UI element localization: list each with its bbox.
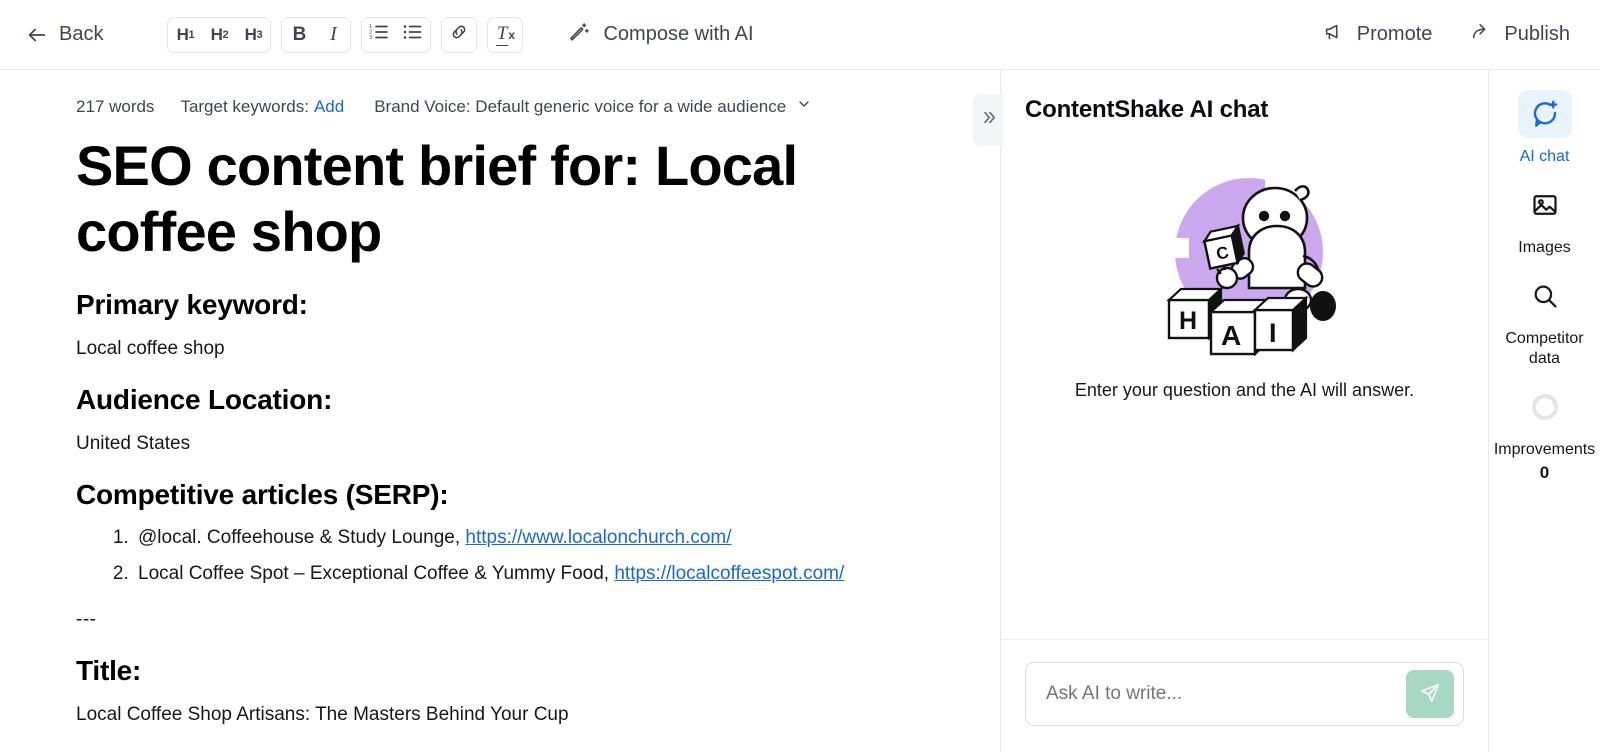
target-keywords-label: Target keywords: [180,96,309,116]
chat-empty-message: Enter your question and the AI will answ… [1074,380,1415,400]
horizontal-rule-text: --- [76,609,97,631]
chat-input[interactable] [1046,683,1406,705]
chat-panel-title: ContentShake AI chat [1025,96,1269,123]
megaphone-icon [1323,21,1345,49]
publish-button[interactable]: Publish [1470,21,1570,49]
send-message-button[interactable] [1406,670,1454,718]
ordered-list-icon: 1 2 3 [369,23,389,46]
sidebar-item-competitor-data[interactable]: Competitor data [1489,272,1600,369]
italic-button[interactable]: I [316,18,350,52]
list-group: 1 2 3 [361,16,432,53]
serp-item-text: Local Coffee Spot – Exceptional Coffee &… [138,563,610,585]
formatting-toolbar: H1 H2 H3 B I 1 2 3 T x [157,16,524,53]
search-icon [1518,272,1572,320]
improvements-count: 0 [1539,463,1550,482]
arrow-left-icon [26,24,48,46]
document-meta-bar: 217 words Target keywords: Add Brand Voi… [0,70,1000,117]
toolbar-actions: Promote Publish [1323,21,1570,49]
bullet-list-icon [403,23,423,46]
sidebar-item-ai-chat[interactable]: AI chat [1489,90,1600,167]
back-label: Back [59,23,104,45]
section-heading-title: Title: [76,655,142,687]
ai-chat-sparkle-icon [1517,90,1572,138]
sidebar-item-images[interactable]: Images [1489,181,1600,258]
right-sidebar: AI chat Images Competitor data Improveme… [1488,70,1600,752]
svg-text:H: H [1179,307,1197,335]
link-button[interactable] [442,18,476,52]
svg-text:A: A [1221,320,1241,351]
word-count: 217 words [76,96,155,116]
svg-text:3: 3 [370,35,373,41]
document-content[interactable]: SEO content brief for: Local coffee shop… [0,133,1000,752]
collapse-panel-button[interactable] [973,94,1003,146]
brand-voice-label: Brand Voice: Default generic voice for a… [374,96,787,116]
list-item: @local. Coffeehouse & Study Lounge, http… [134,527,960,549]
chat-input-wrapper[interactable] [1025,662,1464,726]
link-group [441,16,478,53]
sidebar-item-label: Competitor data [1505,330,1584,367]
section-body-audience-location: United States [76,433,191,455]
section-heading-primary-keyword: Primary keyword: [76,289,308,321]
section-heading-audience-location: Audience Location: [76,384,333,416]
add-keyword-link[interactable]: Add [314,97,344,117]
image-icon [1518,181,1572,229]
sidebar-item-label: AI chat [1519,148,1570,165]
promote-button[interactable]: Promote [1323,21,1433,49]
send-paper-plane-icon [1419,682,1441,707]
sidebar-item-label: Improvements [1493,441,1596,458]
section-body-primary-keyword: Local coffee shop [76,338,225,360]
clear-format-label: T [495,23,509,46]
ai-robot-blocks-illustration: C H A I [1145,160,1345,357]
link-icon [449,22,469,47]
page-title: SEO content brief for: Local coffee shop [76,134,798,264]
main-area: 217 words Target keywords: Add Brand Voi… [0,70,1600,752]
heading-group: H1 H2 H3 [167,16,272,53]
ai-chat-panel: ContentShake AI chat C H A I Enter your … [973,70,1488,752]
publish-label: Publish [1504,23,1570,45]
bold-button[interactable]: B [282,18,316,52]
section-heading-serp: Competitive articles (SERP): [76,479,449,511]
bullet-list-button[interactable] [396,18,430,52]
serp-item-text: @local. Coffeehouse & Study Lounge, [138,527,461,549]
sidebar-item-improvements[interactable]: Improvements 0 [1489,383,1600,483]
clear-format-group: Tx [487,16,524,53]
chat-input-row [1001,640,1488,752]
back-button[interactable]: Back [26,23,103,46]
serp-list: @local. Coffeehouse & Study Lounge, http… [76,527,960,585]
list-item: Local Coffee Spot – Exceptional Coffee &… [134,563,960,585]
section-body-title: Local Coffee Shop Artisans: The Masters … [76,704,569,726]
serp-item-link[interactable]: https://www.localonchurch.com/ [465,527,731,548]
share-arrow-icon [1470,21,1492,49]
document-editor[interactable]: 217 words Target keywords: Add Brand Voi… [0,70,1000,752]
promote-label: Promote [1356,23,1433,45]
top-toolbar: Back H1 H2 H3 B I 1 2 3 T x Compose with… [0,0,1600,70]
sidebar-item-label: Images [1518,239,1571,256]
loading-ring-icon [1518,383,1572,431]
ordered-list-button[interactable]: 1 2 3 [362,18,396,52]
compose-with-ai-button[interactable]: Compose with AI [569,21,754,49]
chevron-down-icon [796,96,812,117]
clear-formatting-button[interactable]: Tx [488,18,522,52]
serp-item-link[interactable]: https://localcoffeespot.com/ [614,563,844,584]
heading-1-button[interactable]: H1 [168,18,202,52]
brand-voice-selector[interactable]: Brand Voice: Default generic voice for a… [374,96,812,117]
chat-empty-state: C H A I Enter your question and the AI w… [1001,124,1488,640]
heading-2-button[interactable]: H2 [202,18,236,52]
magic-wand-icon [569,21,591,49]
compose-label: Compose with AI [603,23,754,45]
heading-3-button[interactable]: H3 [236,18,270,52]
chevron-double-right-icon [980,109,997,131]
style-group: B I [281,16,352,53]
svg-text:I: I [1269,318,1277,348]
